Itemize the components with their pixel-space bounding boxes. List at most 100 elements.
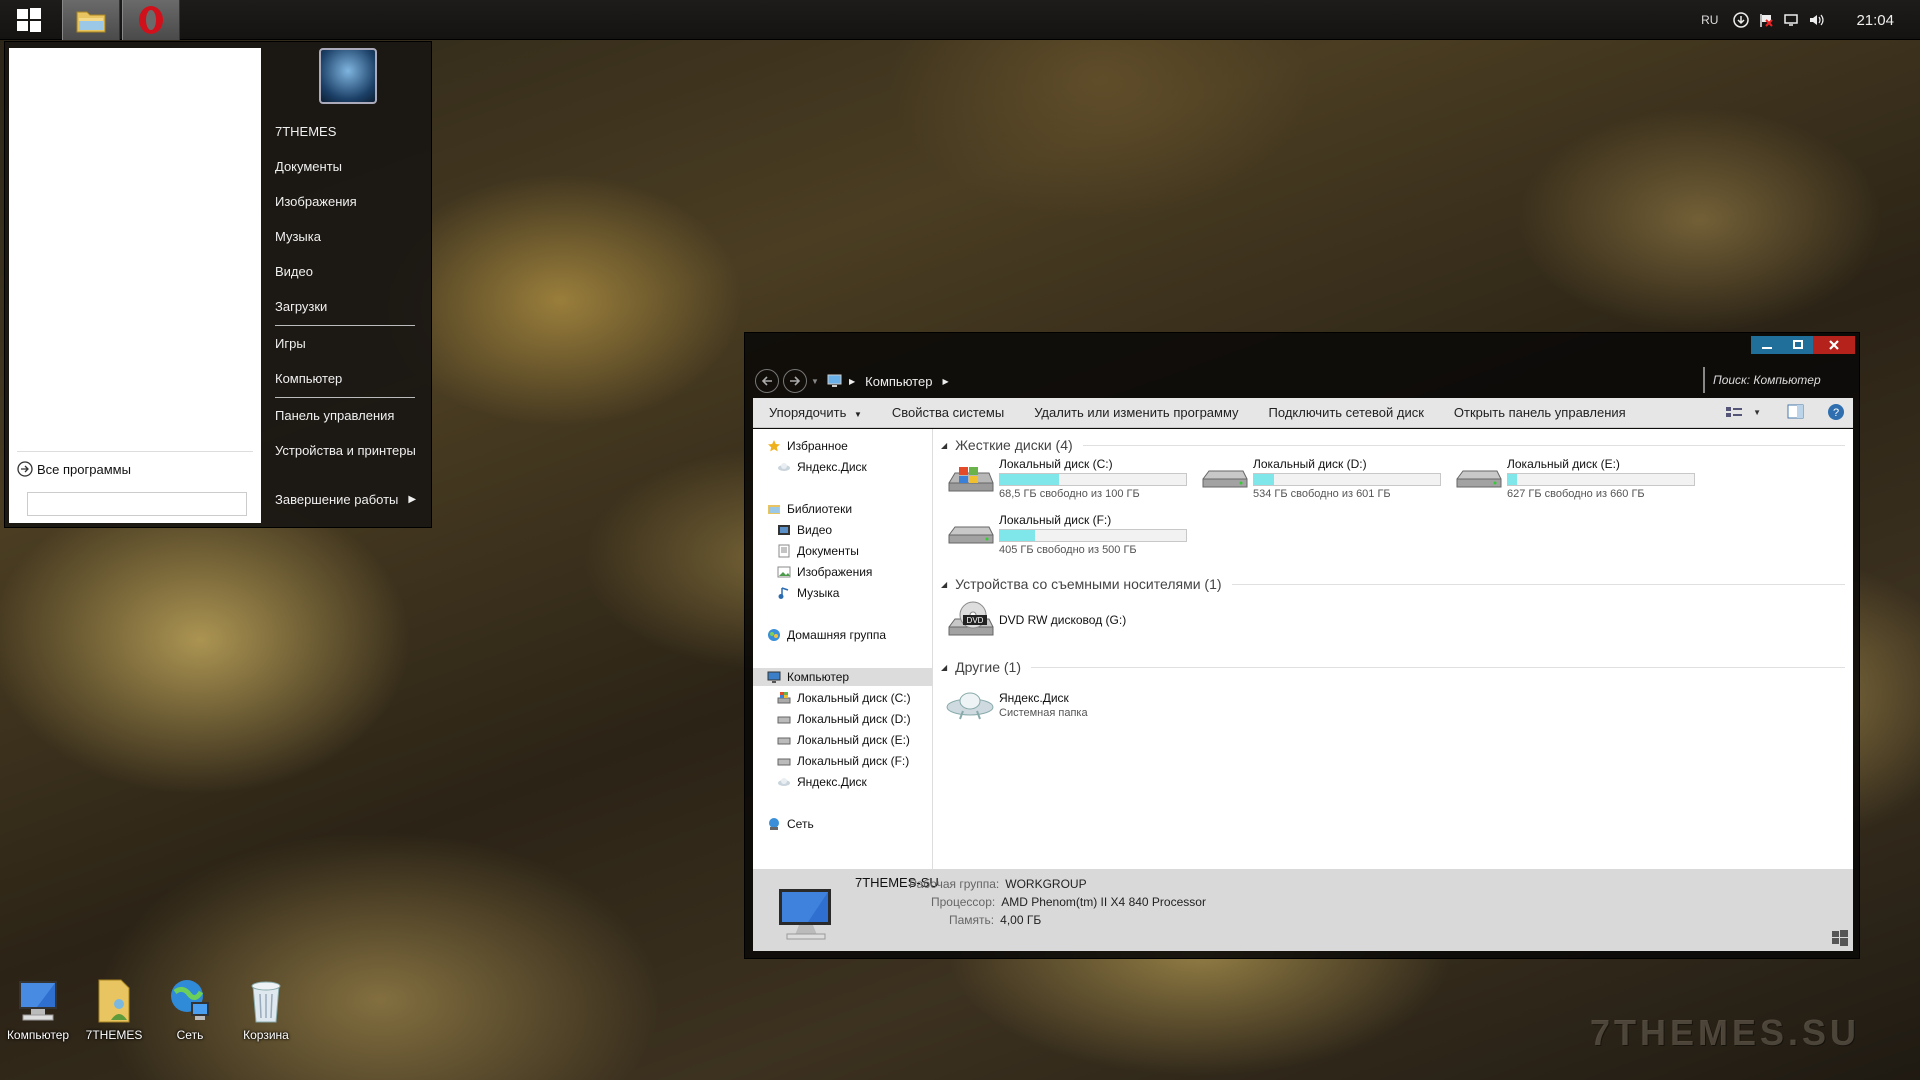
breadcrumb-separator-icon[interactable]: ▶ (849, 377, 855, 386)
system-properties-button[interactable]: Свойства системы (892, 405, 1004, 420)
nav-item-network[interactable]: Сеть (767, 815, 814, 833)
desktop-icon-recycle-bin[interactable]: Корзина (228, 978, 304, 1048)
desktop-icon-network[interactable]: Сеть (152, 978, 228, 1048)
start-menu-programs-pane: Все программы (9, 48, 261, 523)
map-network-drive-button[interactable]: Подключить сетевой диск (1269, 405, 1424, 420)
open-control-panel-button[interactable]: Открыть панель управления (1454, 405, 1626, 420)
yandex-disk-item[interactable]: Яндекс.Диск Системная папка (945, 681, 1088, 727)
desktop-icon-label: Компьютер (6, 1028, 70, 1042)
drive-item-c[interactable]: Локальный диск (C:) 68,5 ГБ свободно из … (945, 457, 1187, 503)
group-header-hard-drives[interactable]: ◢ Жесткие диски (4) (941, 435, 1845, 455)
drive-usage-fill (1000, 474, 1059, 485)
start-menu-item-downloads[interactable]: Загрузки (275, 299, 327, 314)
all-programs-button[interactable]: Все программы (17, 459, 131, 479)
volume-icon[interactable] (1807, 11, 1825, 29)
start-search-input[interactable] (27, 492, 247, 516)
close-button[interactable] (1813, 336, 1855, 354)
system-tray: RU 21:04 (1701, 0, 1920, 40)
breadcrumb[interactable]: ▶ Компьютер ▶ (827, 371, 949, 391)
nav-item-computer[interactable]: Компьютер (753, 668, 932, 686)
explorer-taskbar-button[interactable] (62, 0, 120, 40)
nav-item-pictures[interactable]: Изображения (777, 563, 872, 581)
start-menu-item-music[interactable]: Музыка (275, 229, 321, 244)
start-menu-item-pictures[interactable]: Изображения (275, 194, 357, 209)
start-menu-item-devices[interactable]: Устройства и принтеры (275, 443, 416, 458)
nav-item-drive-f[interactable]: Локальный диск (F:) (777, 752, 909, 770)
download-icon[interactable] (1732, 11, 1750, 29)
nav-label: Библиотеки (787, 502, 853, 516)
detail-ram: Память: 4,00 ГБ (949, 913, 1041, 927)
nav-item-yandex-disk[interactable]: Яндекс.Диск (777, 458, 867, 476)
nav-item-video[interactable]: Видео (777, 521, 832, 539)
collapse-arrow-icon[interactable]: ◢ (941, 663, 947, 672)
windows-logo-icon (17, 8, 41, 32)
maximize-button[interactable] (1783, 336, 1813, 354)
yandex-disk-icon (777, 775, 791, 789)
details-pane: 7THEMES-SU Рабочая группа: WORKGROUP Про… (753, 869, 1853, 951)
help-icon[interactable]: ? (1827, 403, 1845, 421)
organize-button[interactable]: Упорядочить ▼ (769, 405, 862, 420)
start-menu-item-computer[interactable]: Компьютер (275, 371, 342, 386)
start-menu-item-games[interactable]: Игры (275, 336, 306, 351)
start-menu-item-documents[interactable]: Документы (275, 159, 342, 174)
drive-name: Локальный диск (C:) (999, 457, 1113, 471)
network-icon (767, 817, 781, 831)
opera-taskbar-button[interactable] (122, 0, 180, 40)
svg-text:?: ? (1833, 407, 1839, 419)
drive-item-f[interactable]: Локальный диск (F:) 405 ГБ свободно из 5… (945, 513, 1187, 559)
nav-label: Документы (797, 544, 859, 558)
search-input[interactable]: Поиск: Компьютер (1703, 367, 1853, 393)
desktop-icon-7themes[interactable]: 7THEMES (76, 978, 152, 1048)
shutdown-button[interactable]: Завершение работы ▶ (275, 492, 416, 507)
drive-item-d[interactable]: Локальный диск (D:) 534 ГБ свободно из 6… (1199, 457, 1441, 503)
dvd-drive-icon: DVD (945, 599, 995, 643)
start-button[interactable] (0, 0, 58, 40)
nav-item-homegroup[interactable]: Домашняя группа (767, 626, 886, 644)
recent-pages-chevron-icon[interactable]: ▼ (811, 377, 819, 386)
view-options-icon[interactable] (1725, 405, 1743, 419)
chevron-right-icon[interactable]: ▶ (408, 494, 416, 505)
drive-name: Локальный диск (D:) (1253, 457, 1367, 471)
start-menu-item-video[interactable]: Видео (275, 264, 313, 279)
minimize-button[interactable] (1751, 336, 1783, 354)
desktop-icon-computer[interactable]: Компьютер (0, 978, 76, 1048)
drive-item-dvd[interactable]: DVD DVD RW дисковод (G:) (945, 599, 1126, 645)
collapse-arrow-icon[interactable]: ◢ (941, 441, 947, 450)
drive-usage-fill (1254, 474, 1275, 485)
drive-free-space: 405 ГБ свободно из 500 ГБ (999, 544, 1137, 556)
language-indicator[interactable]: RU (1701, 13, 1718, 27)
group-header-removable[interactable]: ◢ Устройства со съемными носителями (1) (941, 574, 1845, 594)
start-menu-user-name[interactable]: 7THEMES (275, 124, 336, 139)
group-header-other[interactable]: ◢ Другие (1) (941, 657, 1845, 677)
nav-item-music[interactable]: Музыка (777, 584, 839, 602)
breadcrumb-separator-icon[interactable]: ▶ (942, 377, 948, 386)
nav-item-yandex-disk-computer[interactable]: Яндекс.Диск (777, 773, 867, 791)
computer-icon (773, 887, 839, 941)
star-icon (767, 439, 781, 453)
drive-name: Локальный диск (F:) (999, 513, 1112, 527)
start-menu-item-control-panel[interactable]: Панель управления (275, 408, 394, 423)
minimize-icon (1762, 347, 1772, 349)
forward-button[interactable] (783, 369, 807, 393)
action-center-flag-icon[interactable] (1757, 11, 1775, 29)
user-avatar[interactable] (319, 48, 377, 104)
svg-text:DVD: DVD (967, 616, 984, 625)
nav-item-libraries[interactable]: Библиотеки (767, 500, 852, 518)
nav-item-drive-e[interactable]: Локальный диск (E:) (777, 731, 910, 749)
view-dropdown-chevron-icon[interactable]: ▼ (1753, 408, 1761, 417)
collapse-arrow-icon[interactable]: ◢ (941, 580, 947, 589)
nav-item-favorites[interactable]: Избранное (767, 437, 848, 455)
nav-item-drive-d[interactable]: Локальный диск (D:) (777, 710, 911, 728)
preview-pane-icon[interactable] (1787, 404, 1805, 420)
drive-item-e[interactable]: Локальный диск (E:) 627 ГБ свободно из 6… (1453, 457, 1695, 503)
detail-value: WORKGROUP (1005, 877, 1087, 891)
nav-item-drive-c[interactable]: Локальный диск (C:) (777, 689, 911, 707)
homegroup-icon (767, 628, 781, 642)
clock[interactable]: 21:04 (1856, 12, 1894, 29)
network-icon[interactable] (1782, 11, 1800, 29)
view-controls: ▼ ? (1725, 403, 1845, 421)
breadcrumb-computer[interactable]: Компьютер (865, 374, 932, 389)
nav-item-documents[interactable]: Документы (777, 542, 859, 560)
back-button[interactable] (755, 369, 779, 393)
uninstall-program-button[interactable]: Удалить или изменить программу (1034, 405, 1238, 420)
